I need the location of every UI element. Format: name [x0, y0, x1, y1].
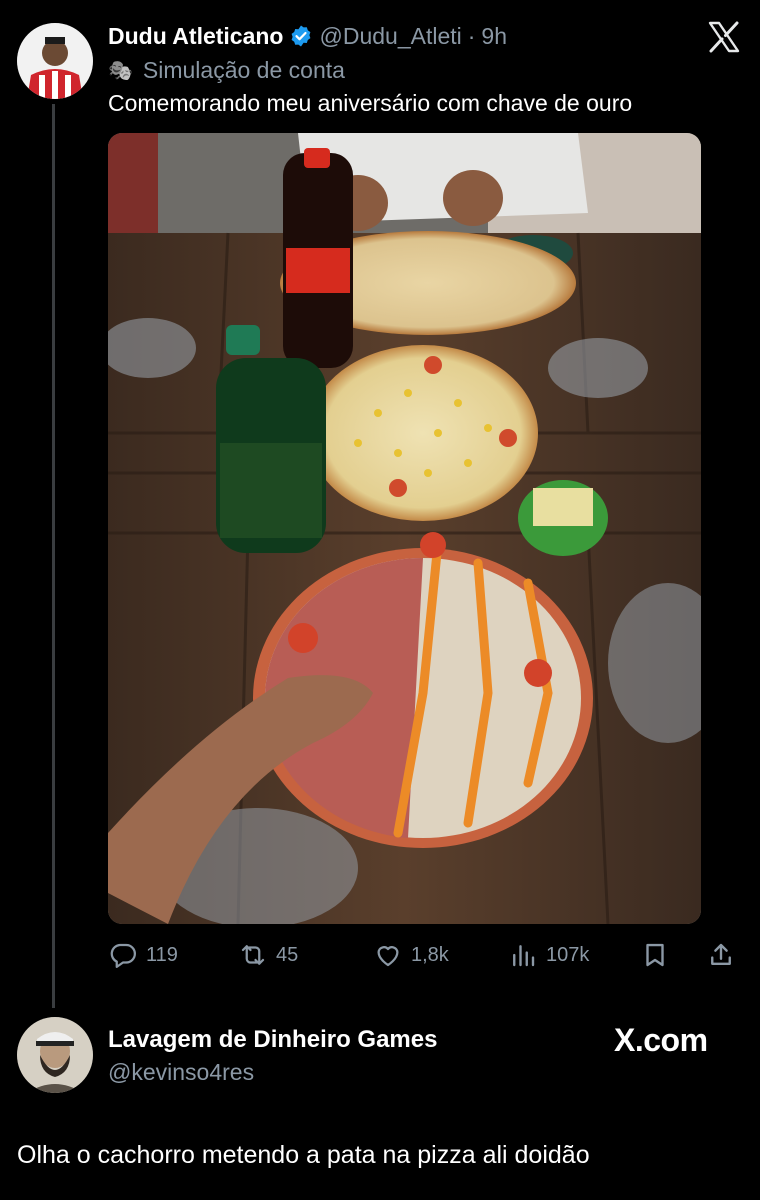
- thread-line: [52, 104, 55, 1008]
- footer-avatar[interactable]: [17, 1017, 93, 1093]
- repost-button[interactable]: 45: [238, 940, 298, 970]
- author-name[interactable]: Dudu Atleticano: [108, 23, 283, 50]
- bookmark-icon: [646, 943, 664, 967]
- author-avatar[interactable]: [17, 23, 93, 99]
- tweet-photo[interactable]: [108, 133, 701, 924]
- repost-icon: [241, 945, 265, 965]
- mask-icon: 🎭: [108, 59, 133, 82]
- verified-badge-icon: [289, 24, 313, 48]
- share-icon: [711, 943, 731, 965]
- like-button[interactable]: 1,8k: [373, 940, 449, 970]
- x-close-icon[interactable]: [706, 20, 742, 54]
- analytics-icon: [513, 945, 535, 967]
- account-label-text: Simulação de conta: [142, 56, 345, 83]
- author-handle[interactable]: @Dudu_Atleti: [319, 23, 461, 50]
- footer-text: Olha o cachorro metendo a pata na pizza …: [17, 1141, 590, 1169]
- heart-icon: [377, 946, 399, 967]
- footer-author-name[interactable]: Lavagem de Dinheiro Games: [108, 1026, 437, 1054]
- reply-icon: [110, 943, 136, 968]
- repost-count: 45: [276, 943, 299, 966]
- views-count: 107k: [546, 943, 590, 966]
- separator-dot: ·: [467, 22, 476, 49]
- tweet-time[interactable]: 9h: [481, 23, 507, 50]
- share-button[interactable]: [706, 940, 736, 970]
- reply-count: 119: [146, 943, 178, 966]
- tweet-text: Comemorando meu aniversário com chave de…: [108, 90, 633, 116]
- like-count: 1,8k: [411, 943, 449, 966]
- bookmark-button[interactable]: [640, 940, 670, 970]
- reply-button[interactable]: 119: [108, 940, 178, 970]
- x-com-logo: X.com: [614, 1022, 708, 1058]
- tweet-header: Dudu Atleticano @Dudu_Atleti · 9h: [108, 20, 507, 52]
- footer-handle[interactable]: @kevinso4res: [108, 1059, 254, 1086]
- views-button[interactable]: 107k: [508, 940, 589, 970]
- account-label: 🎭 Simulação de conta: [108, 55, 345, 85]
